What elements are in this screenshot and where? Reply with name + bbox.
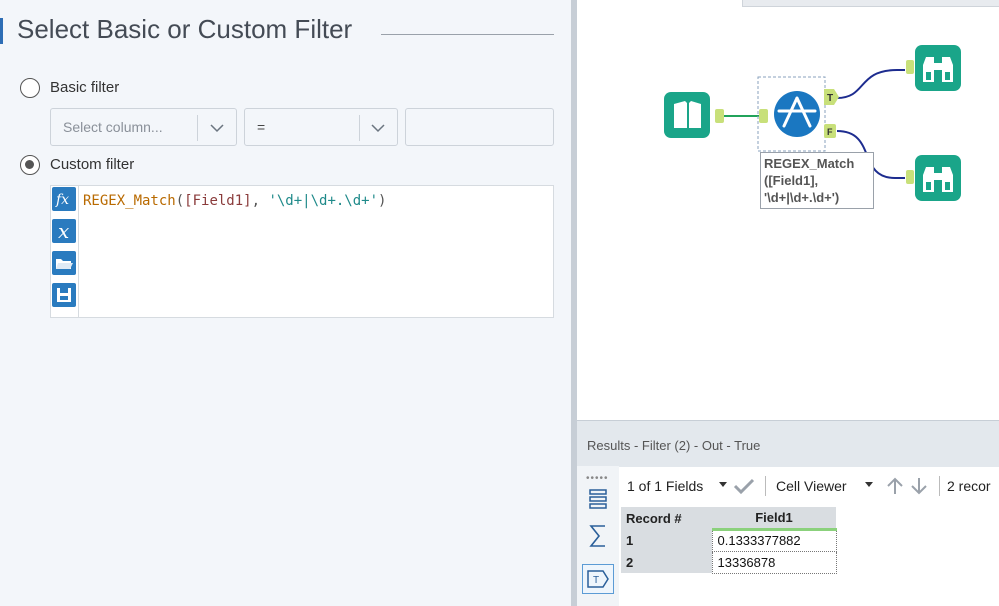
- column-header-field1[interactable]: Field1: [712, 507, 836, 531]
- svg-text:x: x: [58, 219, 69, 243]
- metadata-sigma-icon[interactable]: [582, 521, 614, 551]
- table-row: 1 0.1333377882: [621, 528, 837, 552]
- browse-tool-false[interactable]: [906, 155, 961, 201]
- browse-tool-true[interactable]: [906, 45, 961, 91]
- field1-cell[interactable]: 0.1333377882: [711, 528, 837, 552]
- dropdown-arrow-icon[interactable]: [865, 482, 873, 488]
- operator-select[interactable]: =: [244, 108, 398, 146]
- true-connection: [836, 69, 905, 99]
- results-title: Results - Filter (2) - Out - True: [587, 438, 761, 453]
- field1-cell[interactable]: 13336878: [711, 550, 837, 574]
- results-pane: Results - Filter (2) - Out - True ••••• …: [577, 420, 999, 606]
- annotation-line: '\d+|\d+.\d+'): [764, 190, 840, 205]
- checkmark-icon[interactable]: [733, 477, 755, 495]
- filter-tool-annotation: REGEX_Match ([Field1], '\d+|\d+.\d+'): [760, 152, 874, 209]
- dropdown-arrow-icon[interactable]: [719, 482, 727, 488]
- fields-selector[interactable]: 1 of 1 Fields: [627, 478, 703, 494]
- open-folder-icon[interactable]: [52, 251, 76, 275]
- custom-filter-label: Custom filter: [50, 156, 135, 173]
- expression-close-paren: ): [378, 193, 387, 209]
- svg-text:T: T: [593, 575, 599, 586]
- message-text-icon[interactable]: T: [582, 564, 614, 594]
- expression-open-paren: (: [175, 193, 185, 209]
- data-view-icon[interactable]: [582, 484, 614, 514]
- record-number: 2: [621, 551, 712, 573]
- expression-editor[interactable]: fx x REGEX_Match([Field1], '\d+|\d+.\d+'…: [50, 185, 554, 318]
- table-row: 2 13336878: [621, 550, 837, 574]
- expression-function: REGEX_Match: [83, 193, 176, 209]
- editor-toolbar: fx x: [51, 186, 79, 317]
- chevron-down-icon: [371, 124, 385, 133]
- results-grid: Record # Field1 1 0.1333377882 2 1333687…: [621, 507, 837, 574]
- operator-value: =: [257, 119, 266, 135]
- expression-pattern: '\d+|\d+.\d+': [268, 193, 379, 209]
- value-input[interactable]: [405, 108, 554, 146]
- filter-config-panel: Select Basic or Custom Filter Basic filt…: [0, 0, 571, 606]
- svg-text:T: T: [827, 93, 833, 104]
- save-icon[interactable]: [52, 283, 76, 307]
- viewer-selector[interactable]: Cell Viewer: [776, 478, 847, 494]
- panel-title: Select Basic or Custom Filter: [17, 14, 353, 44]
- basic-filter-radio[interactable]: [20, 78, 40, 98]
- column-select[interactable]: Select column...: [50, 108, 237, 146]
- filter-expression[interactable]: REGEX_Match([Field1], '\d+|\d+.\d+'): [83, 193, 386, 209]
- filter-tool[interactable]: T F: [757, 76, 839, 152]
- column-select-placeholder: Select column...: [63, 119, 163, 135]
- grip-handle-icon[interactable]: •••••: [586, 473, 609, 484]
- x-variable-icon[interactable]: x: [52, 219, 76, 243]
- arrow-down-icon[interactable]: [909, 476, 929, 496]
- output-anchor: [715, 109, 724, 123]
- expression-comma: ,: [251, 193, 269, 209]
- input-anchor: [759, 109, 768, 123]
- workflow-canvas[interactable]: T F REGEX_Match ([Field1], '\d+|\d+.\d+'…: [577, 0, 999, 420]
- chevron-down-icon: [210, 124, 224, 133]
- basic-filter-label: Basic filter: [50, 79, 120, 96]
- fx-function-icon[interactable]: fx: [52, 187, 76, 211]
- input-data-tool[interactable]: [664, 92, 724, 138]
- results-toolbar: 1 of 1 Fields Cell Viewer 2 recor: [619, 470, 999, 500]
- svg-text:F: F: [827, 127, 833, 137]
- workflow-diagram: T F: [664, 45, 961, 201]
- expression-field: [Field1]: [184, 193, 252, 209]
- results-sidebar: ••••• T: [577, 466, 619, 606]
- annotation-line: REGEX_Match: [764, 156, 855, 171]
- record-number: 1: [621, 529, 712, 551]
- annotation-line: ([Field1],: [764, 173, 819, 188]
- results-header: Results - Filter (2) - Out - True: [577, 420, 999, 467]
- title-divider: [381, 34, 554, 35]
- column-header-record[interactable]: Record #: [621, 507, 712, 529]
- svg-text:fx: fx: [55, 192, 69, 208]
- title-accent-bar: [0, 18, 3, 44]
- arrow-up-icon[interactable]: [885, 476, 905, 496]
- custom-filter-radio[interactable]: [20, 155, 40, 175]
- record-count: 2 recor: [947, 478, 991, 494]
